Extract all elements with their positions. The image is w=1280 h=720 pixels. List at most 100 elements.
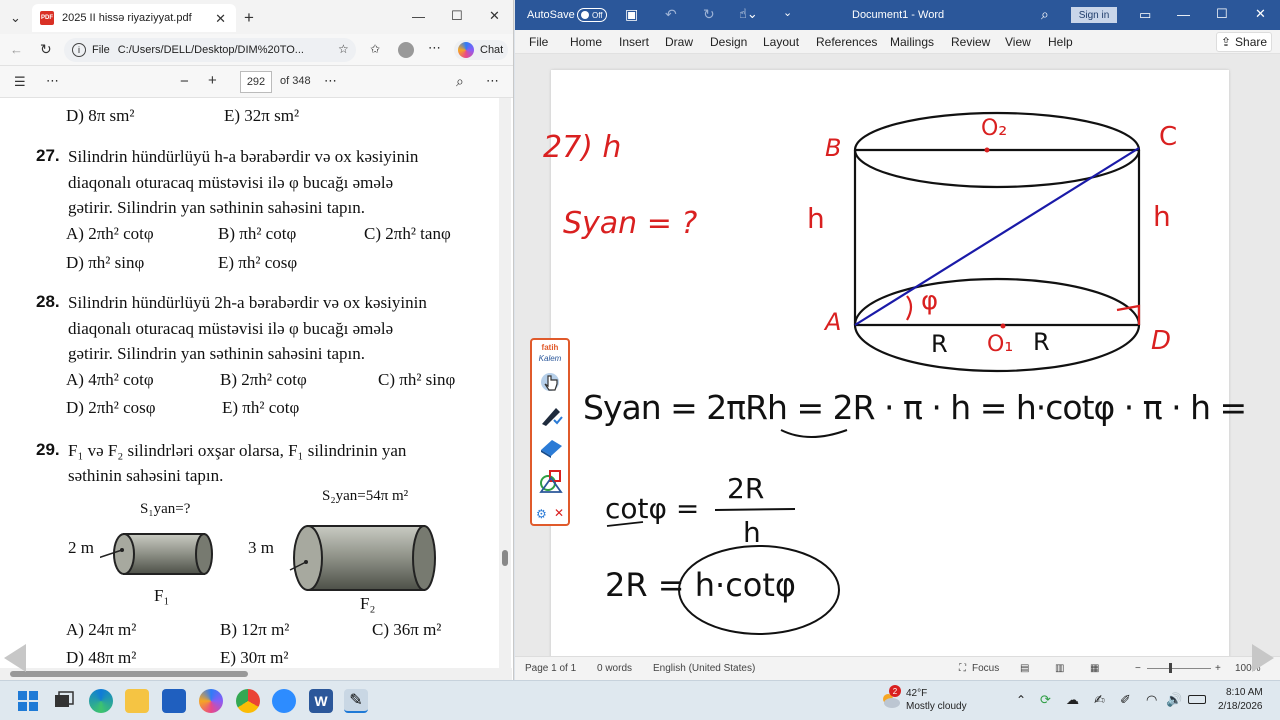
pdf-more-icon[interactable]: ⋯ [46,74,59,87]
document-title: Document1 - Word [852,9,945,21]
tab-actions-chevron-icon[interactable]: ⌄ [10,11,21,24]
task-view-icon[interactable] [52,689,76,713]
customize-qat-icon[interactable]: ⌄ [783,8,792,19]
tab-file[interactable]: File [529,35,548,49]
pdf-vertical-scroll-thumb[interactable] [502,550,508,566]
maximize-icon[interactable]: ☐ [451,9,463,22]
chrome-icon[interactable] [236,689,260,713]
clock-date[interactable]: 2/18/2026 [1218,701,1263,712]
page-number-input[interactable]: 292 [240,71,272,93]
tab-mailings[interactable]: Mailings [890,35,934,49]
address-text: C:/Users/DELL/Desktop/DIM%20TO... [117,44,304,56]
search-icon[interactable]: ⌕ [1041,7,1049,21]
page-forward-arrow-icon[interactable] [1252,644,1274,672]
share-button[interactable]: ⇪ Share [1216,32,1272,52]
profile-avatar-icon[interactable] [398,42,414,58]
status-page[interactable]: Page 1 of 1 [525,663,576,674]
ribbon-display-icon[interactable]: ▭ [1139,8,1151,21]
pdf-vertical-scrollbar[interactable] [499,98,511,668]
tab-review[interactable]: Review [951,35,990,49]
pen-app-icon[interactable]: ✎ [344,689,368,713]
pdf-horizontal-scroll-thumb[interactable] [10,671,248,677]
close-window-icon[interactable]: ✕ [489,9,500,22]
autosave-toggle[interactable]: Off [577,8,607,22]
back-icon[interactable]: ← [10,43,23,56]
tray-pen-icon[interactable]: ✍ [1094,692,1105,708]
new-tab-icon[interactable]: + [244,9,254,26]
hw-vertex-b: B [825,134,842,162]
volume-icon[interactable]: 🔊 [1166,692,1182,708]
info-icon[interactable]: i [72,43,86,57]
eraser-tool-icon[interactable] [538,434,564,458]
tab-design[interactable]: Design [710,35,747,49]
zoom-out-icon[interactable]: − [180,74,189,89]
wifi-icon[interactable]: ◠ [1146,692,1157,708]
close-tab-icon[interactable]: ✕ [215,11,226,27]
file-explorer-icon[interactable] [125,689,149,713]
word-minimize-icon[interactable]: — [1177,8,1190,21]
page-back-arrow-icon[interactable] [4,644,26,672]
weather-description[interactable]: Mostly cloudy [906,701,967,712]
kalem-close-icon[interactable]: ✕ [554,506,564,520]
address-field[interactable]: i File C:/Users/DELL/Desktop/DIM%20TO... [64,38,356,62]
pen-tool-icon[interactable] [538,402,564,426]
touch-mode-icon[interactable]: ☝⌄ [739,7,758,20]
web-layout-icon[interactable]: ▦ [1090,663,1099,674]
kalem-settings-gear-icon[interactable]: ⚙ [536,507,547,521]
status-language[interactable]: English (United States) [653,663,755,674]
toolbar-overflow-icon[interactable]: ⋯ [324,74,337,87]
document-area: 27) h Syan = ? B C A D O₂ O₁ h h φ R R S… [515,54,1280,660]
pointer-hand-icon[interactable] [538,370,564,394]
zoom-in-icon[interactable]: + [208,73,217,88]
tab-insert[interactable]: Insert [619,35,649,49]
status-focus[interactable]: Focus [972,663,999,674]
tray-sync-icon[interactable]: ⟳ [1040,692,1051,708]
battery-icon[interactable] [1188,695,1206,704]
sign-in-button[interactable]: Sign in [1071,7,1117,23]
save-icon[interactable]: ▣ [625,7,638,21]
tab-view[interactable]: View [1005,35,1031,49]
settings-more-icon[interactable]: ⋯ [486,74,499,87]
tray-stylus-icon[interactable]: ✐ [1120,692,1131,708]
find-search-icon[interactable]: ⌕ [456,74,464,88]
favorites-list-icon[interactable]: ✩ [370,43,380,55]
start-windows-icon[interactable] [16,689,40,713]
undo-icon[interactable]: ↶ [665,7,677,21]
tab-references[interactable]: References [816,35,877,49]
zoom-out-button[interactable]: − [1135,663,1141,674]
clock-time[interactable]: 8:10 AM [1226,687,1263,698]
tab-help[interactable]: Help [1048,35,1073,49]
status-words[interactable]: 0 words [597,663,632,674]
copilot-taskbar-icon[interactable] [199,689,223,713]
read-mode-icon[interactable]: ▤ [1020,663,1029,674]
tab-home[interactable]: Home [570,35,602,49]
more-options-icon[interactable]: ⋯ [428,41,441,54]
tray-chevron-icon[interactable]: ⌃ [1016,693,1026,707]
zoom-slider[interactable] [1147,668,1211,669]
word-taskbar-icon[interactable]: W [309,689,333,713]
refresh-icon[interactable]: ↻ [40,42,52,56]
focus-mode-icon[interactable]: ⛶ [959,663,966,674]
redo-icon[interactable]: ↻ [703,7,715,21]
edge-taskbar-icon[interactable] [89,689,113,713]
weather-temperature[interactable]: 42°F [906,688,927,699]
tray-cloud-icon[interactable]: ☁ [1066,692,1079,708]
tab-draw[interactable]: Draw [665,35,693,49]
shapes-tool-icon[interactable] [538,468,564,493]
tab-layout[interactable]: Layout [763,35,799,49]
print-layout-icon[interactable]: ▥ [1055,663,1064,674]
favorite-star-icon[interactable]: ☆ [338,43,349,55]
contents-list-icon[interactable]: ☰ [14,75,26,88]
store-icon[interactable] [162,689,186,713]
word-maximize-icon[interactable]: ☐ [1216,7,1228,20]
zoom-slider-thumb[interactable] [1169,663,1172,673]
minimize-icon[interactable]: — [412,10,425,23]
tab-pdf[interactable]: PDF 2025 II hissə riyaziyyat.pdf ✕ [32,4,236,32]
logo-bottom: Kalem [538,354,562,363]
zoom-app-icon[interactable] [272,689,296,713]
word-close-icon[interactable]: ✕ [1255,7,1266,20]
document-page[interactable]: 27) h Syan = ? B C A D O₂ O₁ h h φ R R S… [543,70,1247,660]
zoom-in-button[interactable]: + [1215,663,1221,674]
copilot-chat-button[interactable]: Chat [454,40,508,60]
fatih-kalem-logo: fatih Kalem [534,342,566,368]
